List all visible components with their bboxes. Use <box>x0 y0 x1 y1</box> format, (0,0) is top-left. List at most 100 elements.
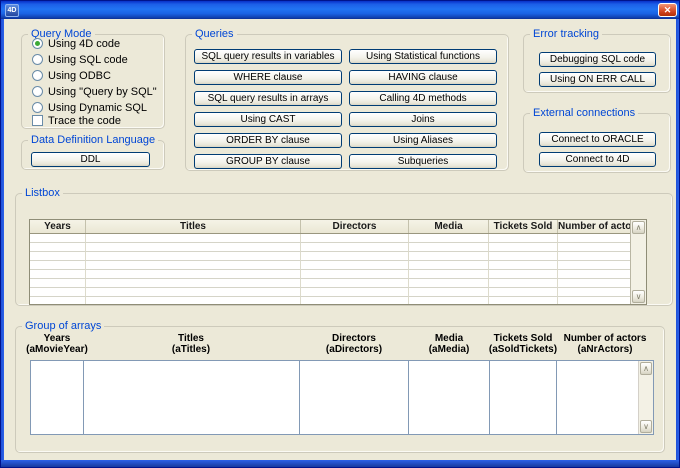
array-listbox-tickets-sold[interactable] <box>489 360 557 435</box>
scroll-track[interactable] <box>631 235 646 289</box>
window-border-left <box>1 19 4 467</box>
table-row[interactable] <box>30 297 630 304</box>
using-aliases-button[interactable]: Using Aliases <box>349 133 497 148</box>
array-listbox-number-of-actors[interactable]: ∧ ∨ <box>556 360 654 435</box>
table-row[interactable] <box>30 234 630 243</box>
scroll-track[interactable] <box>639 376 653 419</box>
title-bar[interactable]: 4D 4D ✕ <box>1 1 680 19</box>
table-row[interactable] <box>30 270 630 279</box>
group-title: Listbox <box>22 187 63 200</box>
listbox-scrollbar[interactable]: ∧ ∨ <box>630 220 646 304</box>
sql-query-results-in-variables-button[interactable]: SQL query results in variables <box>194 49 342 64</box>
array-header-titles: Titles(aTitles) <box>141 333 241 355</box>
group-title: Group of arrays <box>22 320 104 333</box>
table-cell <box>558 270 630 279</box>
scroll-down-button[interactable]: ∨ <box>640 420 652 433</box>
table-cell <box>301 297 409 304</box>
array-scrollbar[interactable]: ∧ ∨ <box>638 361 653 434</box>
column-header-media[interactable]: Media <box>409 220 489 233</box>
radio-using-query-by-sql[interactable]: Using "Query by SQL" <box>32 85 157 98</box>
table-cell <box>558 297 630 304</box>
array-listbox-directors[interactable] <box>299 360 409 435</box>
scroll-up-button[interactable]: ∧ <box>640 362 652 375</box>
table-cell <box>30 261 86 270</box>
close-icon: ✕ <box>664 5 672 15</box>
table-row[interactable] <box>30 243 630 252</box>
table-cell <box>489 234 558 243</box>
chevron-down-icon: ∨ <box>636 293 642 301</box>
table-cell <box>301 243 409 252</box>
table-cell <box>86 243 301 252</box>
table-cell <box>489 252 558 261</box>
radio-label: Using "Query by SQL" <box>48 86 157 98</box>
table-cell <box>489 261 558 270</box>
array-listbox-titles[interactable] <box>83 360 300 435</box>
table-cell <box>409 252 489 261</box>
connect-to-4d-button[interactable]: Connect to 4D <box>539 152 656 167</box>
table-cell <box>86 234 301 243</box>
column-header-titles[interactable]: Titles <box>86 220 301 233</box>
group-title: Queries <box>192 28 237 41</box>
debugging-sql-code-button[interactable]: Debugging SQL code <box>539 52 656 67</box>
app-icon: 4D <box>5 4 19 17</box>
radio-using-dynamic-sql[interactable]: Using Dynamic SQL <box>32 101 147 114</box>
table-row[interactable] <box>30 252 630 261</box>
using-statistical-functions-button[interactable]: Using Statistical functions <box>349 49 497 64</box>
app-window: 4D 4D ✕ Query Mode Using 4D code Using S… <box>0 0 680 468</box>
table-cell <box>30 243 86 252</box>
table-row[interactable] <box>30 279 630 288</box>
array-header-number-of-actors: Number of actors(aNrActors) <box>555 333 655 355</box>
subqueries-button[interactable]: Subqueries <box>349 154 497 169</box>
column-header-years[interactable]: Years <box>30 220 86 233</box>
close-button[interactable]: ✕ <box>658 3 677 17</box>
table-cell <box>409 270 489 279</box>
query-mode-group: Query Mode Using 4D code Using SQL code … <box>21 34 165 129</box>
having-clause-button[interactable]: HAVING clause <box>349 70 497 85</box>
checkbox-label: Trace the code <box>48 115 121 127</box>
table-cell <box>86 297 301 304</box>
table-cell <box>30 297 86 304</box>
window-border-right <box>676 19 679 467</box>
checkbox-trace-the-code[interactable]: Trace the code <box>32 114 121 127</box>
where-clause-button[interactable]: WHERE clause <box>194 70 342 85</box>
column-header-directors[interactable]: Directors <box>301 220 409 233</box>
table-cell <box>86 288 301 297</box>
scroll-down-button[interactable]: ∨ <box>632 290 645 303</box>
radio-icon <box>32 86 43 97</box>
radio-using-odbc[interactable]: Using ODBC <box>32 69 111 82</box>
ddl-button[interactable]: DDL <box>31 152 150 167</box>
listbox-group: Listbox Years Titles Directors Media Tic… <box>15 193 673 306</box>
radio-icon <box>32 70 43 81</box>
table-row[interactable] <box>30 261 630 270</box>
column-header-number-of-actors[interactable]: Number of actors <box>558 220 630 233</box>
radio-icon <box>32 38 43 49</box>
table-cell <box>558 279 630 288</box>
joins-button[interactable]: Joins <box>349 112 497 127</box>
table-cell <box>558 234 630 243</box>
table-cell <box>86 261 301 270</box>
radio-label: Using Dynamic SQL <box>48 102 147 114</box>
array-header-years: Years(aMovieYear) <box>7 333 107 355</box>
radio-using-4d-code[interactable]: Using 4D code <box>32 37 120 50</box>
scroll-up-button[interactable]: ∧ <box>632 221 645 234</box>
column-header-tickets-sold[interactable]: Tickets Sold <box>489 220 558 233</box>
array-listbox-years[interactable] <box>30 360 84 435</box>
table-cell <box>409 288 489 297</box>
table-cell <box>30 279 86 288</box>
calling-4d-methods-button[interactable]: Calling 4D methods <box>349 91 497 106</box>
table-cell <box>409 234 489 243</box>
array-listbox-media[interactable] <box>408 360 490 435</box>
using-on-err-call-button[interactable]: Using ON ERR CALL <box>539 72 656 87</box>
table-cell <box>301 279 409 288</box>
table-cell <box>30 234 86 243</box>
radio-label: Using SQL code <box>48 54 128 66</box>
using-cast-button[interactable]: Using CAST <box>194 112 342 127</box>
connect-to-oracle-button[interactable]: Connect to ORACLE <box>539 132 656 147</box>
table-cell <box>489 279 558 288</box>
sql-query-results-in-arrays-button[interactable]: SQL query results in arrays <box>194 91 342 106</box>
radio-icon <box>32 54 43 65</box>
table-row[interactable] <box>30 288 630 297</box>
group-by-clause-button[interactable]: GROUP BY clause <box>194 154 342 169</box>
order-by-clause-button[interactable]: ORDER BY clause <box>194 133 342 148</box>
radio-using-sql-code[interactable]: Using SQL code <box>32 53 128 66</box>
